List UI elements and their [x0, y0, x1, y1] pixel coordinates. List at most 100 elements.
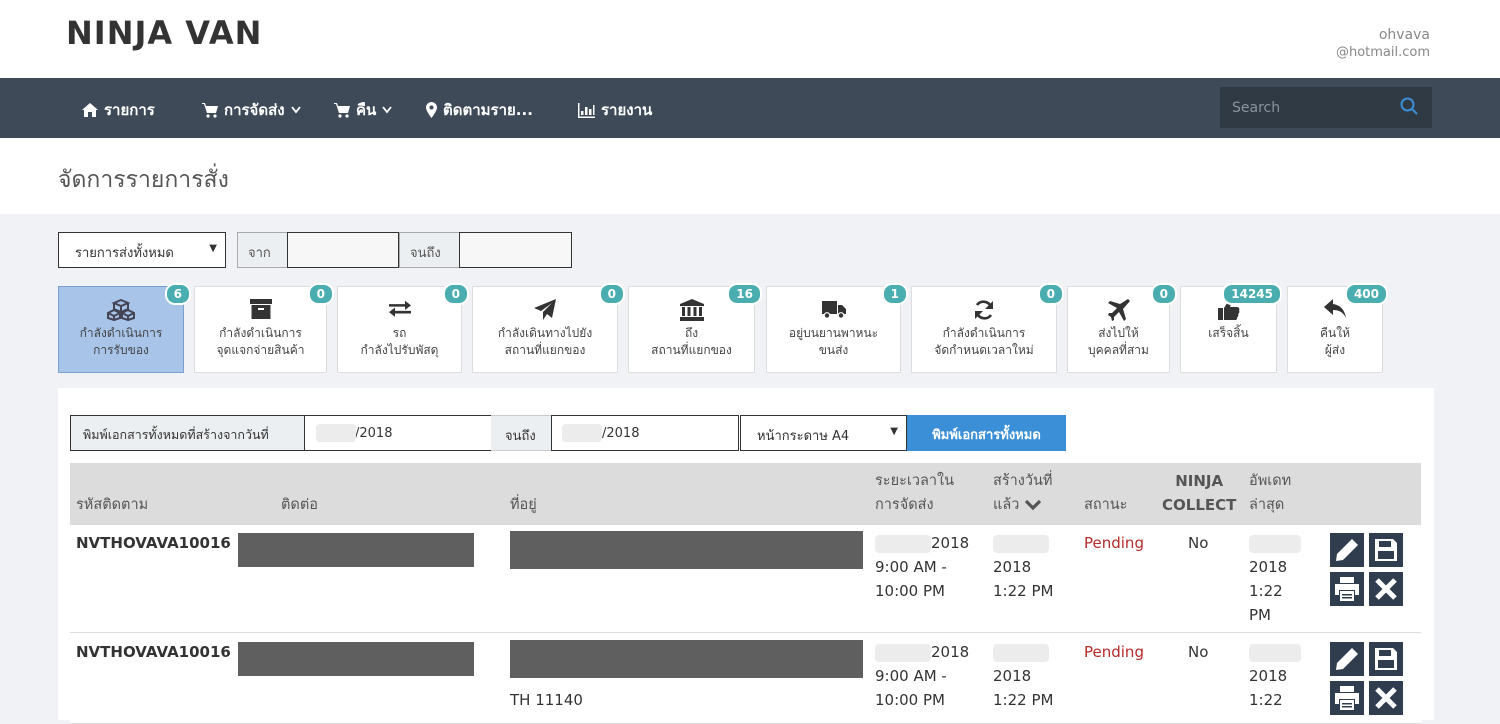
nav-item-tracking[interactable]: ติดตามราย...	[426, 98, 533, 122]
status-badge: Pending	[1084, 643, 1144, 661]
col-header-updated[interactable]: อัพเดท ล่าสุด	[1249, 469, 1291, 517]
user-email: @hotmail.com	[1335, 45, 1430, 60]
updated-date: 2018	[1249, 667, 1288, 685]
col-header-line: ล่าสุด	[1249, 497, 1285, 513]
table-header: รหัสติดตาม ติดต่อ ที่อยู่ ระยะเวลาใน การ…	[70, 463, 1421, 525]
tile-label: เสร็จสิ้น	[1208, 326, 1249, 340]
print-button[interactable]	[1330, 681, 1364, 715]
delivery-time-start: 9:00 AM -	[875, 667, 947, 685]
updated-ampm: PM	[1249, 606, 1271, 624]
redacted-area	[875, 644, 931, 662]
delivery-time-end: 10:00 PM	[875, 582, 945, 600]
tracking-id[interactable]: NVTHOVAVA10016	[76, 531, 236, 555]
col-header-ninja-collect[interactable]: NINJA COLLECT	[1162, 469, 1236, 517]
tile-label: กำลังดำเนินการ จุดแจกจ่ายสินค้า	[216, 326, 305, 357]
col-header-tracking[interactable]: รหัสติดตาม	[76, 493, 148, 517]
tile-pickup-in-progress[interactable]: กำลังดำเนินการ การรับของ 6	[58, 283, 191, 373]
save-icon	[1375, 539, 1397, 561]
paper-size-select[interactable]: หน้ากระดาษ A4 ▼	[740, 415, 907, 451]
tile-in-transit-to-sorting[interactable]: กำลังเดินทางไปยัง สถานที่แยกของ 0	[472, 283, 625, 373]
redacted-contact	[238, 642, 474, 676]
search-input[interactable]	[1232, 99, 1392, 116]
user-name: ohvava	[1378, 27, 1430, 43]
table-row[interactable]: NVTHOVAVA10016 2018 9:00 AM - 10:00 PM 2…	[70, 525, 1421, 633]
col-header-line: COLLECT	[1162, 496, 1237, 514]
tile-third-party[interactable]: ส่งไปให้ บุคคลที่สาม 0	[1067, 283, 1177, 373]
nav-item-delivery[interactable]: การจัดส่ง	[202, 98, 301, 122]
col-header-line: อัพเดท	[1249, 473, 1292, 489]
updated-time: 1:22	[1249, 582, 1283, 600]
cart-icon	[334, 102, 350, 118]
ninja-collect-value: No	[1188, 534, 1209, 552]
top-header: NINJA VAN ohvava @hotmail.com	[0, 0, 1500, 78]
print-to-date-value: /2018	[602, 426, 640, 441]
redacted-address	[510, 640, 863, 678]
save-button[interactable]	[1369, 642, 1403, 676]
title-bar: จัดการรายการสั่ง	[0, 138, 1500, 214]
nav-item-label: การจัดส่ง	[224, 101, 285, 119]
created-date: 2018	[993, 558, 1032, 576]
nav-item-returns[interactable]: คืน	[334, 98, 392, 122]
nav-item-orders[interactable]: รายการ	[82, 98, 155, 122]
boxes-icon	[105, 298, 137, 322]
print-from-label: พิมพ์เอกสารทั้งหมดที่สร้างจากวันที่	[70, 415, 305, 451]
redacted-area	[993, 644, 1049, 662]
paper-plane-icon	[534, 299, 556, 320]
tile-rescheduling[interactable]: กำลังดำเนินการ จัดกำหนดเวลาใหม่ 0	[911, 283, 1064, 373]
tile-distribution-point[interactable]: กำลังดำเนินการ จุดแจกจ่ายสินค้า 0	[194, 283, 334, 373]
count-badge: 16	[727, 283, 762, 305]
delivery-date: 2018	[931, 643, 970, 661]
save-button[interactable]	[1369, 533, 1403, 567]
home-icon	[82, 103, 98, 117]
delete-button[interactable]	[1369, 572, 1403, 606]
col-header-line: แล้ว	[993, 497, 1020, 513]
tile-returned-to-sender[interactable]: คืนให้ ผู้ส่ง 400	[1287, 283, 1388, 373]
col-header-contact[interactable]: ติดต่อ	[281, 493, 318, 517]
tile-label: กำลังดำเนินการ จัดกำหนดเวลาใหม่	[934, 326, 1034, 357]
delivery-time-end: 10:00 PM	[875, 691, 945, 709]
search-icon[interactable]	[1400, 97, 1418, 115]
redacted-area	[875, 535, 931, 553]
col-header-created[interactable]: สร้างวันที่ แล้ว	[993, 469, 1052, 517]
user-info[interactable]: ohvava @hotmail.com	[1336, 26, 1430, 62]
redacted-area	[562, 424, 602, 442]
sort-desc-icon[interactable]	[1025, 499, 1042, 511]
edit-button[interactable]	[1330, 642, 1364, 676]
tile-completed[interactable]: เสร็จสิ้น 14245	[1180, 283, 1282, 373]
delete-button[interactable]	[1369, 681, 1403, 715]
print-all-button[interactable]: พิมพ์เอกสารทั้งหมด	[907, 415, 1066, 451]
from-date-input[interactable]	[287, 232, 399, 268]
tile-vehicle-pickup[interactable]: รถ กำลังไปรับพัสดุ 0	[337, 283, 469, 373]
edit-button[interactable]	[1330, 533, 1364, 567]
col-header-status[interactable]: สถานะ	[1084, 493, 1127, 517]
order-type-select[interactable]: รายการส่งทั้งหมด ▼	[58, 232, 226, 268]
close-icon	[1375, 578, 1397, 600]
cart-icon	[202, 102, 218, 118]
tile-arrived-at-sorting[interactable]: ถึง สถานที่แยกของ 16	[628, 283, 762, 373]
tracking-id[interactable]: NVTHOVAVA10016	[76, 640, 236, 664]
print-from-date-value: /2018	[355, 426, 393, 441]
delivery-time-start: 9:00 AM -	[875, 558, 947, 576]
tile-on-vehicle[interactable]: อยู่บนยานพาหนะ ขนส่ง 1	[766, 283, 908, 373]
chevron-down-icon	[382, 106, 392, 114]
print-button[interactable]	[1330, 572, 1364, 606]
save-icon	[1375, 648, 1397, 670]
col-header-delivery-time[interactable]: ระยะเวลาใน การจัดส่ง	[875, 469, 954, 517]
nav-item-label: ติดตามราย...	[443, 101, 533, 119]
redacted-area	[1249, 644, 1301, 662]
count-badge: 1	[881, 283, 908, 305]
table-row[interactable]: NVTHOVAVA10016 TH 11140 2018 9:00 AM - 1…	[70, 634, 1421, 724]
col-header-address[interactable]: ที่อยู่	[510, 493, 537, 517]
to-date-input[interactable]	[459, 232, 572, 268]
tile-label: ส่งไปให้ บุคคลที่สาม	[1088, 326, 1149, 357]
print-to-label: จนถึง	[491, 415, 551, 451]
bar-chart-icon	[578, 102, 595, 118]
bank-icon	[679, 299, 704, 321]
redacted-area	[1249, 535, 1301, 553]
search-box	[1220, 87, 1432, 128]
nav-item-reports[interactable]: รายงาน	[578, 98, 652, 122]
count-badge: 0	[598, 283, 625, 305]
updated-time: 1:22	[1249, 691, 1283, 709]
logo[interactable]: NINJA VAN	[66, 14, 262, 52]
exchange-icon	[388, 300, 411, 317]
